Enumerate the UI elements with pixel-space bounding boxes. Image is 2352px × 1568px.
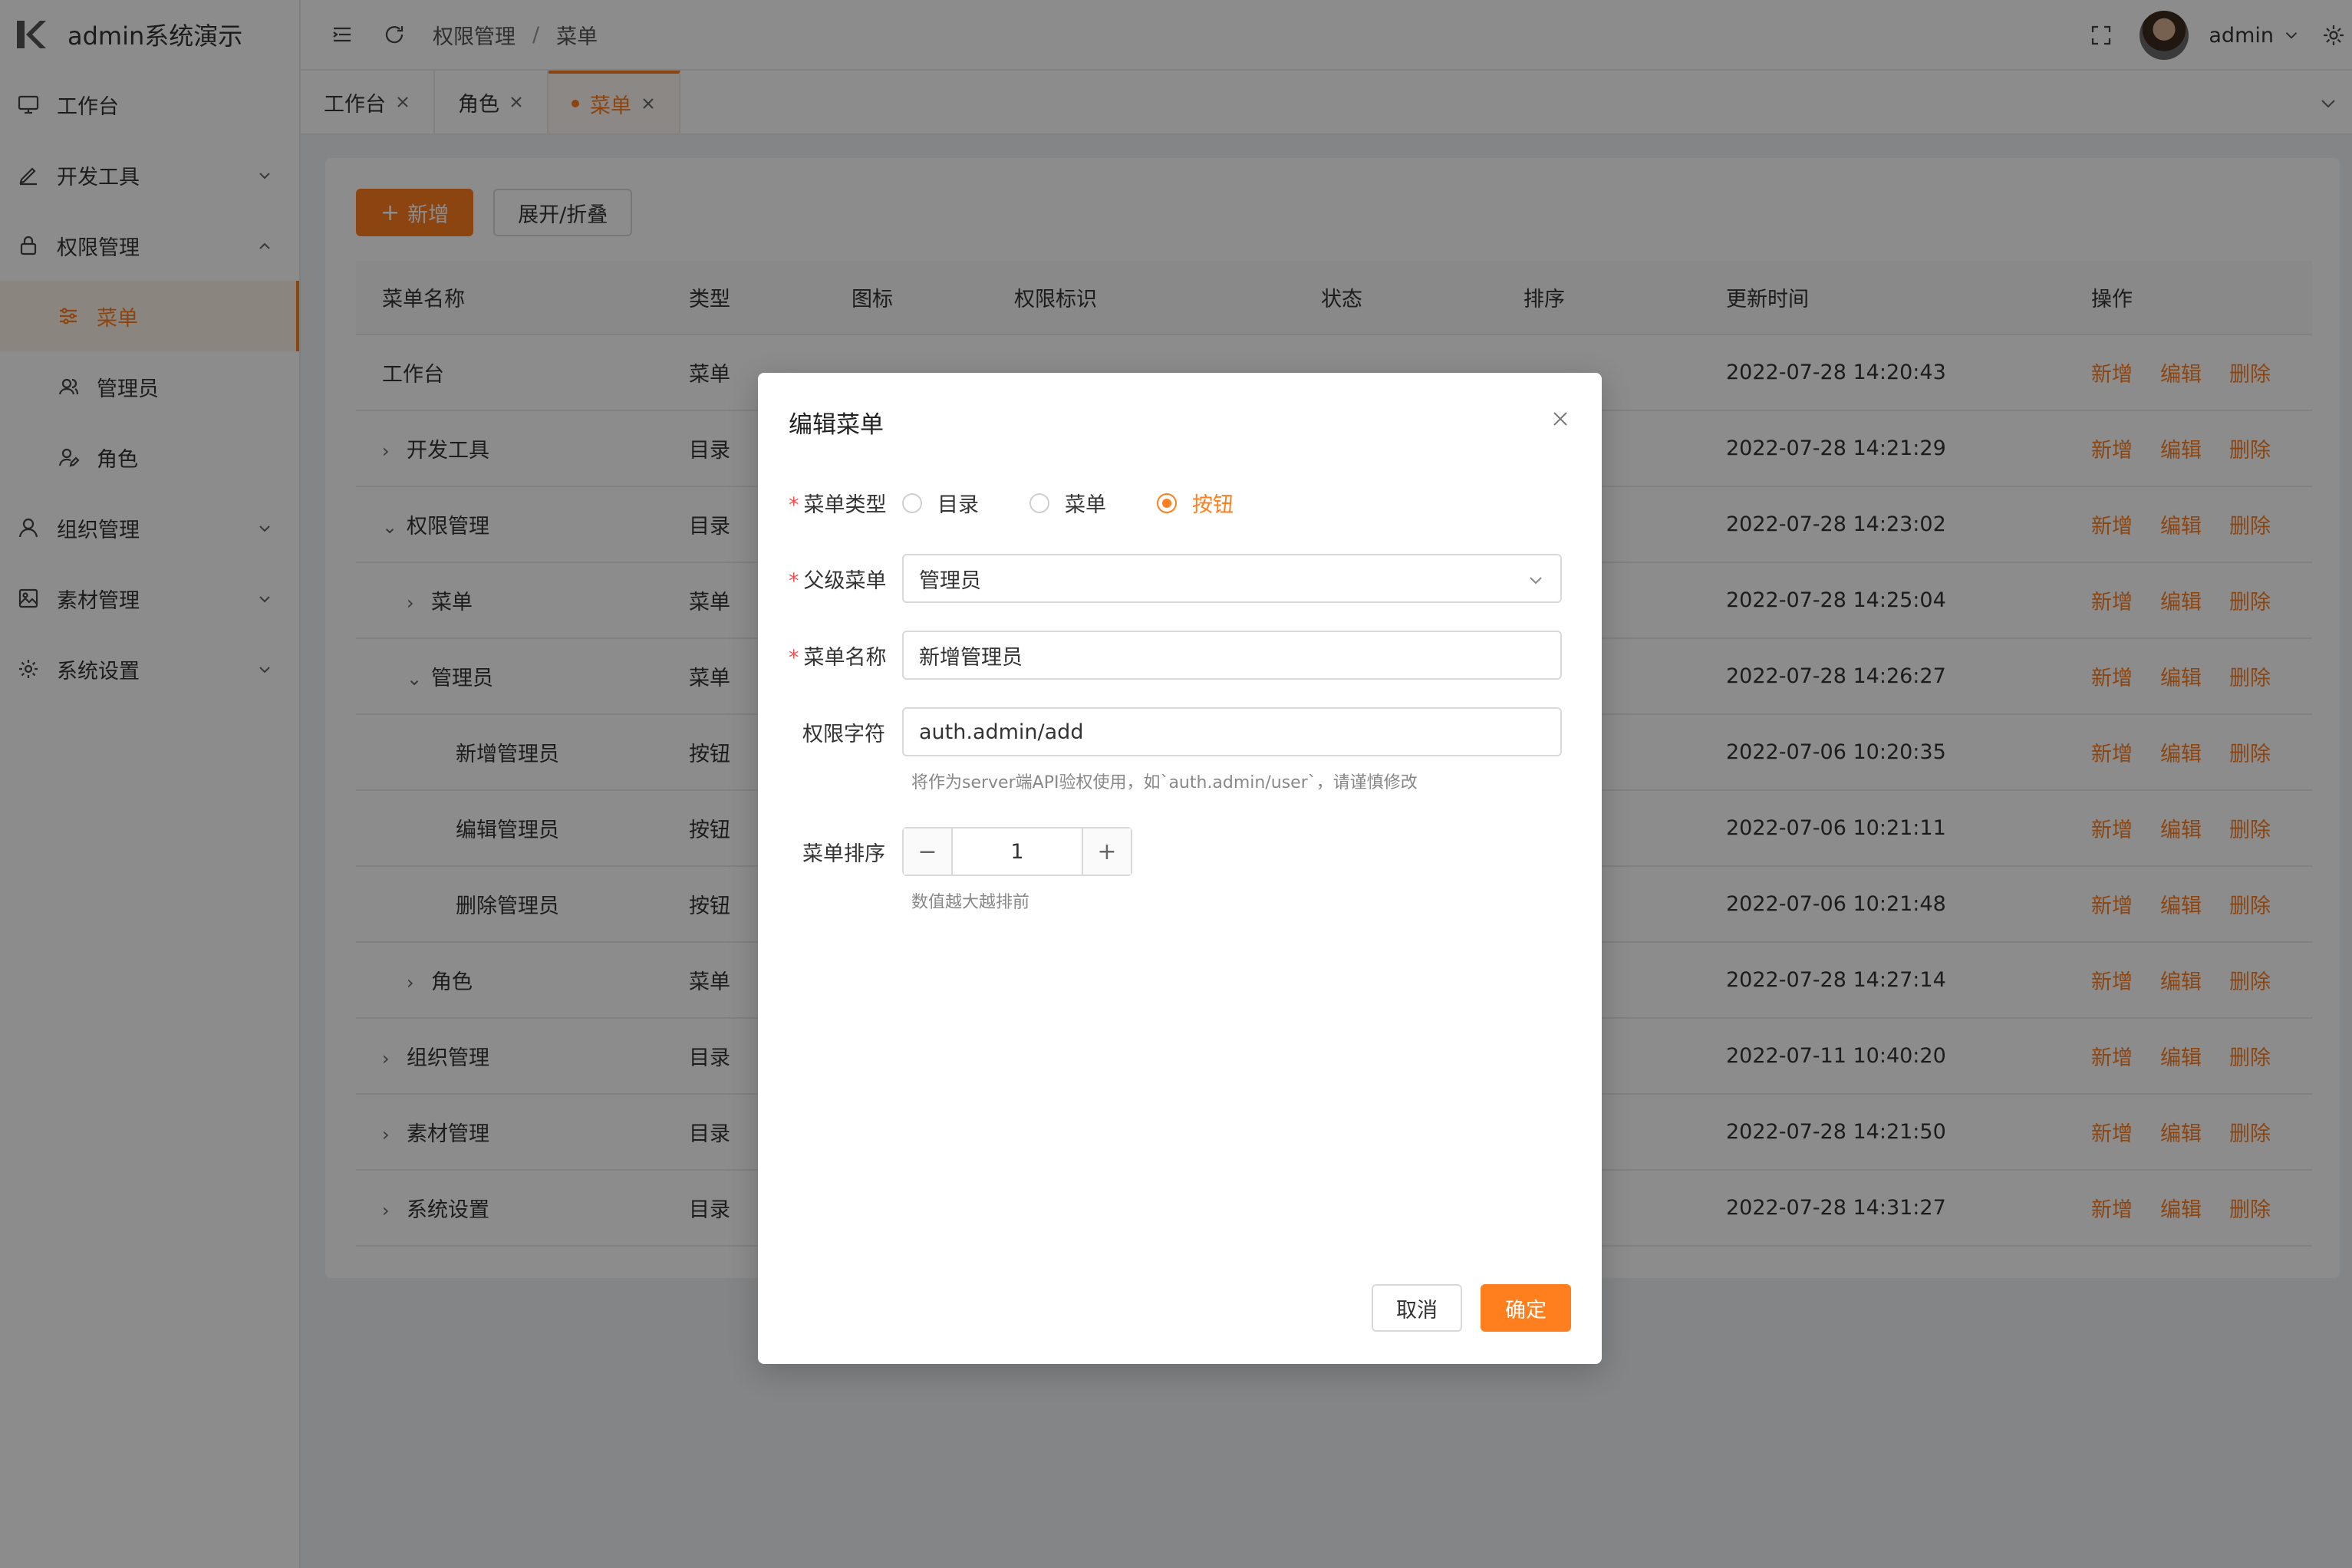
radio-circle: [902, 492, 922, 513]
radio-menu[interactable]: 菜单: [1029, 488, 1106, 518]
radio-directory[interactable]: 目录: [902, 488, 979, 518]
chevron-down-icon: [1527, 571, 1545, 589]
form-row-name: * 菜单名称 新增管理员: [789, 631, 1571, 680]
required-mark: *: [789, 568, 799, 593]
form-row-order: 菜单排序 − 1 +: [789, 827, 1571, 876]
permission-input[interactable]: auth.admin/add: [902, 707, 1562, 756]
minus-icon[interactable]: −: [904, 828, 953, 875]
form-row-parent: * 父级菜单 管理员: [789, 554, 1571, 603]
order-hint: 数值越大越排前: [911, 893, 1030, 912]
order-value[interactable]: 1: [953, 828, 1082, 875]
form-label: * 菜单名称: [789, 645, 887, 670]
radio-label: 菜单: [1065, 493, 1106, 517]
form-label: * 父级菜单: [789, 568, 887, 593]
permission-hint: 将作为server端API验权使用，如`auth.admin/user`，请谨慎…: [911, 773, 1418, 792]
radio-label: 按钮: [1192, 493, 1234, 517]
form-label: * 菜单类型: [789, 493, 887, 517]
order-stepper: − 1 +: [902, 827, 1132, 876]
menu-name-input[interactable]: 新增管理员: [902, 631, 1562, 680]
form-row-permission: 权限字符 auth.admin/add: [789, 707, 1571, 756]
cancel-button[interactable]: 取消: [1372, 1284, 1462, 1332]
parent-menu-select[interactable]: 管理员: [902, 554, 1562, 603]
radio-circle: [1157, 492, 1177, 513]
form-row-type: * 菜单类型 目录 菜单 按钮: [789, 488, 1571, 518]
select-value: 管理员: [919, 568, 981, 593]
required-mark: *: [789, 645, 799, 670]
form-label: 权限字符: [802, 722, 885, 746]
plus-icon[interactable]: +: [1082, 828, 1131, 875]
form-label: 菜单排序: [802, 842, 885, 866]
close-icon[interactable]: [1550, 408, 1571, 430]
radio-circle: [1029, 492, 1049, 513]
dialog-footer: 取消 确定: [1372, 1284, 1571, 1332]
radio-label: 目录: [937, 493, 979, 517]
edit-menu-dialog: 编辑菜单 * 菜单类型 目录 菜单 按钮 * 父级菜单 管理员 * 菜单名称 新增管理…: [758, 373, 1602, 1364]
radio-button[interactable]: 按钮: [1157, 488, 1234, 518]
dialog-title: 编辑菜单: [789, 411, 884, 439]
required-mark: *: [789, 493, 799, 517]
confirm-button[interactable]: 确定: [1481, 1284, 1571, 1332]
